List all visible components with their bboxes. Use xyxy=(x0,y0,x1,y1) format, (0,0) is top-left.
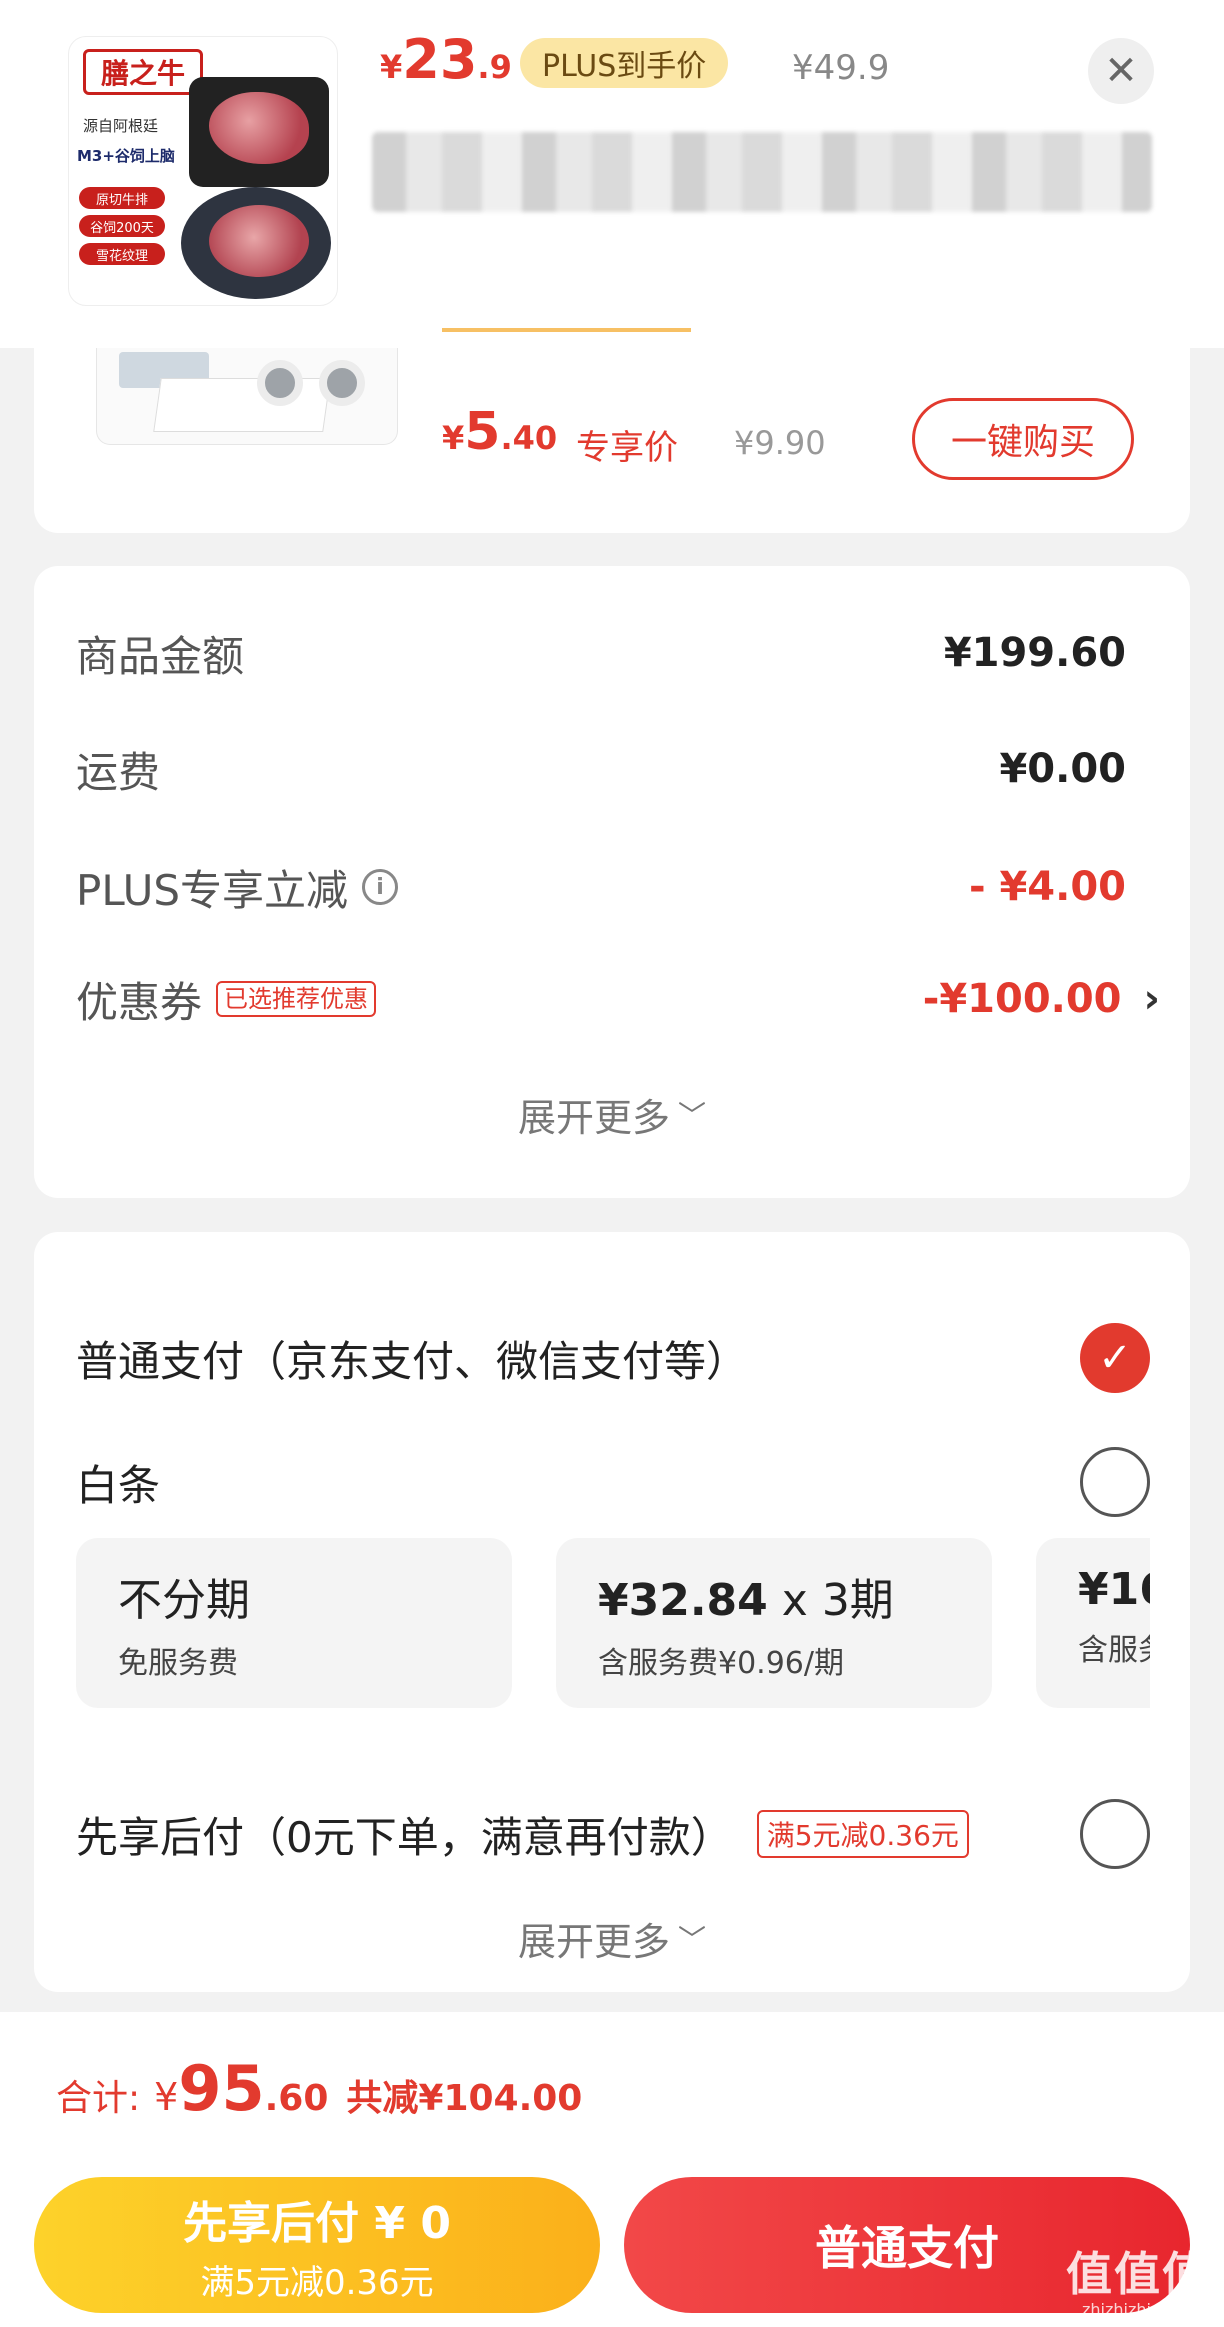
currency-symbol: ¥ xyxy=(380,48,403,86)
promo-tag: 满5元减0.36元 xyxy=(756,1810,969,1858)
row-value: ¥199.60 xyxy=(943,630,1126,676)
currency-symbol: ¥ xyxy=(154,2075,179,2119)
product-thumbnail: 膳之牛 源自阿根廷 M3+谷饲上脑 原切牛排 谷饲200天 雪花纹理 xyxy=(68,36,338,306)
installment-plan[interactable]: ¥16 含服务费 xyxy=(1036,1538,1150,1708)
payment-method-card: 普通支付（京东支付、微信支付等） ✓ 白条 不分期 免服务费 ¥32.84 x … xyxy=(34,1232,1190,1992)
tissue-product-image xyxy=(96,348,398,445)
brand-logo: 膳之牛 xyxy=(83,49,203,95)
installment-plan[interactable]: 不分期 免服务费 xyxy=(76,1538,512,1708)
recommended-product-card: ▔▔▔▔▔▔▔▔▔ ¥ 5 .40 专享价 ¥9.90 一键购买 xyxy=(34,328,1190,533)
currency-symbol: ¥ xyxy=(442,419,465,457)
price-integer: 5 xyxy=(464,402,501,462)
row-label: 运费 xyxy=(76,747,161,797)
blurred-product-title xyxy=(372,132,1152,212)
plan-amount: ¥16 xyxy=(1078,1564,1150,1615)
bottom-action-bar: 先享后付 ¥ 0 满5元减0.36元 普通支付 xyxy=(0,2162,1224,2327)
radio-button[interactable] xyxy=(1080,1799,1150,1869)
row-label: PLUS专享立减 xyxy=(76,865,349,915)
watermark: 值值值 xyxy=(1066,2247,1210,2301)
chevron-down-icon: ﹀ xyxy=(678,1923,707,1956)
plan-title: 不分期 xyxy=(118,1575,250,1626)
product-header: 膳之牛 源自阿根廷 M3+谷饲上脑 原切牛排 谷饲200天 雪花纹理 ¥ 23 … xyxy=(0,0,1224,348)
plus-price-badge: PLUS到手价 xyxy=(520,38,729,88)
thumbnail-grade: M3+谷饲上脑 xyxy=(77,147,175,165)
order-amount-card: 商品金额 ¥199.60 运费 ¥0.00 PLUS专享立减 i - ¥4.00… xyxy=(34,566,1190,1198)
plan-multiplier: x xyxy=(767,1575,822,1626)
total-saved: 共减¥104.00 xyxy=(346,2078,583,2119)
chevron-right-icon: › xyxy=(1143,976,1160,1022)
expand-label: 展开更多 xyxy=(517,1919,670,1964)
row-label: 优惠券 xyxy=(76,977,203,1027)
original-price: ¥49.9 xyxy=(792,48,890,88)
radio-button[interactable] xyxy=(1080,1447,1150,1517)
one-click-buy-button[interactable]: 一键购买 xyxy=(912,398,1134,480)
plan-period: 3期 xyxy=(821,1575,894,1626)
total-integer: 95 xyxy=(178,2052,265,2125)
row-value: - ¥4.00 xyxy=(968,864,1126,910)
payment-option-normal[interactable]: 普通支付（京东支付、微信支付等） ✓ xyxy=(76,1318,1150,1398)
truncated-selling-point: ▔▔▔▔▔▔▔▔▔ xyxy=(442,328,692,358)
total-label: 合计: xyxy=(56,2078,141,2119)
thumbnail-tag: 原切牛排 xyxy=(79,187,165,209)
row-label: 商品金额 xyxy=(76,631,245,681)
thumbnail-tag: 雪花纹理 xyxy=(79,243,165,265)
chevron-down-icon: ﹀ xyxy=(678,1099,707,1132)
plan-subtitle: 免服务费 xyxy=(118,1646,238,1681)
total-decimal: .60 xyxy=(264,2078,329,2119)
pay-later-button[interactable]: 先享后付 ¥ 0 满5元减0.36元 xyxy=(34,2177,600,2313)
payment-option-baitiao[interactable]: 白条 xyxy=(76,1442,1150,1522)
close-button[interactable]: ✕ xyxy=(1088,38,1154,104)
info-icon[interactable]: i xyxy=(362,869,399,905)
row-value: -¥100.00 xyxy=(922,976,1122,1022)
expand-more-button[interactable]: 展开更多 ﹀ xyxy=(34,1084,1190,1144)
total-summary: 合计: ¥ 95 .60 共减¥104.00 xyxy=(0,2012,1224,2162)
thumbnail-tag: 谷饲200天 xyxy=(79,215,165,237)
payment-option-pay-later[interactable]: 先享后付（0元下单，满意再付款） 满5元减0.36元 xyxy=(76,1794,1150,1874)
checkmark-icon[interactable]: ✓ xyxy=(1080,1323,1150,1393)
plan-subtitle: 含服务费 xyxy=(1078,1633,1150,1668)
payment-option-label: 先享后付（0元下单，满意再付款） xyxy=(76,1812,733,1862)
exclusive-price-label: 专享价 xyxy=(576,428,678,468)
recommended-coupon-tag: 已选推荐优惠 xyxy=(216,981,377,1017)
plan-subtitle: 含服务费¥0.96/期 xyxy=(598,1646,844,1681)
installment-plan[interactable]: ¥32.84 x 3期 含服务费¥0.96/期 xyxy=(556,1538,992,1708)
payment-option-label: 普通支付（京东支付、微信支付等） xyxy=(76,1336,749,1386)
recommend-original-price: ¥9.90 xyxy=(734,424,826,462)
price-decimal: .40 xyxy=(500,419,558,457)
price-decimal: .9 xyxy=(477,48,512,86)
plus-discount-row: PLUS专享立减 i - ¥4.00 xyxy=(76,852,1126,922)
expand-more-button[interactable]: 展开更多 ﹀ xyxy=(34,1908,1190,1968)
price-integer: 23 xyxy=(402,28,478,91)
goods-amount-row: 商品金额 ¥199.60 xyxy=(76,618,1126,688)
watermark-url: zhizhizhi.com xyxy=(1082,2300,1191,2319)
installment-plans: 不分期 免服务费 ¥32.84 x 3期 含服务费¥0.96/期 ¥16 含服务… xyxy=(76,1538,1150,1708)
pay-later-sublabel: 满5元减0.36元 xyxy=(200,2262,434,2303)
row-value: ¥0.00 xyxy=(999,746,1126,792)
recommend-price: ¥ 5 .40 xyxy=(442,402,557,462)
coupon-row[interactable]: 优惠券 已选推荐优惠 -¥100.00 › xyxy=(76,964,1160,1034)
payment-option-label: 白条 xyxy=(76,1460,161,1510)
shipping-row: 运费 ¥0.00 xyxy=(76,734,1126,804)
close-icon: ✕ xyxy=(1104,48,1138,94)
plus-price: ¥ 23 .9 xyxy=(380,28,512,91)
steak-image xyxy=(209,205,309,277)
plan-amount: ¥32.84 xyxy=(598,1575,768,1626)
thumbnail-origin: 源自阿根廷 xyxy=(83,117,159,135)
expand-label: 展开更多 xyxy=(517,1095,670,1140)
pay-later-label: 先享后付 ¥ 0 xyxy=(183,2197,451,2249)
